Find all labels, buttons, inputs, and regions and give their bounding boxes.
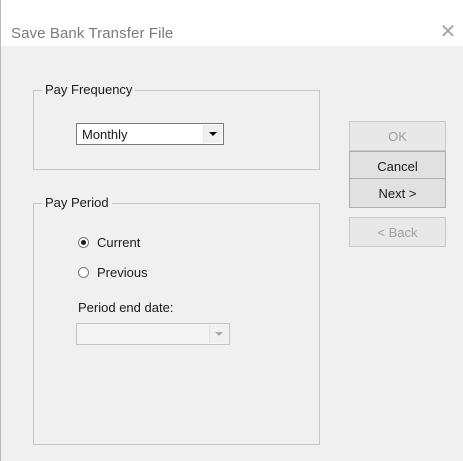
period-end-date-label: Period end date:	[78, 300, 174, 315]
close-icon[interactable]: ✕	[433, 16, 463, 46]
radio-current-circle[interactable]	[78, 237, 89, 248]
ok-button[interactable]: OK	[349, 121, 446, 151]
radio-previous-label: Previous	[97, 265, 148, 280]
pay-frequency-dropdown-button[interactable]	[203, 125, 222, 143]
title-bar: Save Bank Transfer File ✕	[1, 0, 463, 46]
back-button[interactable]: < Back	[349, 217, 446, 247]
window-title: Save Bank Transfer File	[11, 25, 174, 42]
pay-frequency-value: Monthly	[82, 127, 128, 142]
chevron-down-icon	[215, 332, 223, 336]
period-end-date-dropdown-button[interactable]	[209, 325, 228, 343]
pay-frequency-legend: Pay Frequency	[42, 82, 136, 97]
chevron-down-icon	[209, 132, 217, 136]
pay-period-legend: Pay Period	[42, 195, 112, 210]
radio-previous-circle[interactable]	[78, 267, 89, 278]
radio-previous[interactable]: Previous	[78, 265, 148, 280]
period-end-date-select[interactable]	[76, 323, 230, 345]
radio-selected-dot	[81, 240, 86, 245]
radio-current[interactable]: Current	[78, 235, 140, 250]
cancel-button[interactable]: Cancel	[349, 151, 446, 181]
next-button[interactable]: Next >	[349, 178, 446, 208]
dialog-window: Save Bank Transfer File ✕ Pay Frequency …	[0, 0, 463, 461]
pay-frequency-select[interactable]: Monthly	[76, 123, 224, 145]
radio-current-label: Current	[97, 235, 141, 250]
